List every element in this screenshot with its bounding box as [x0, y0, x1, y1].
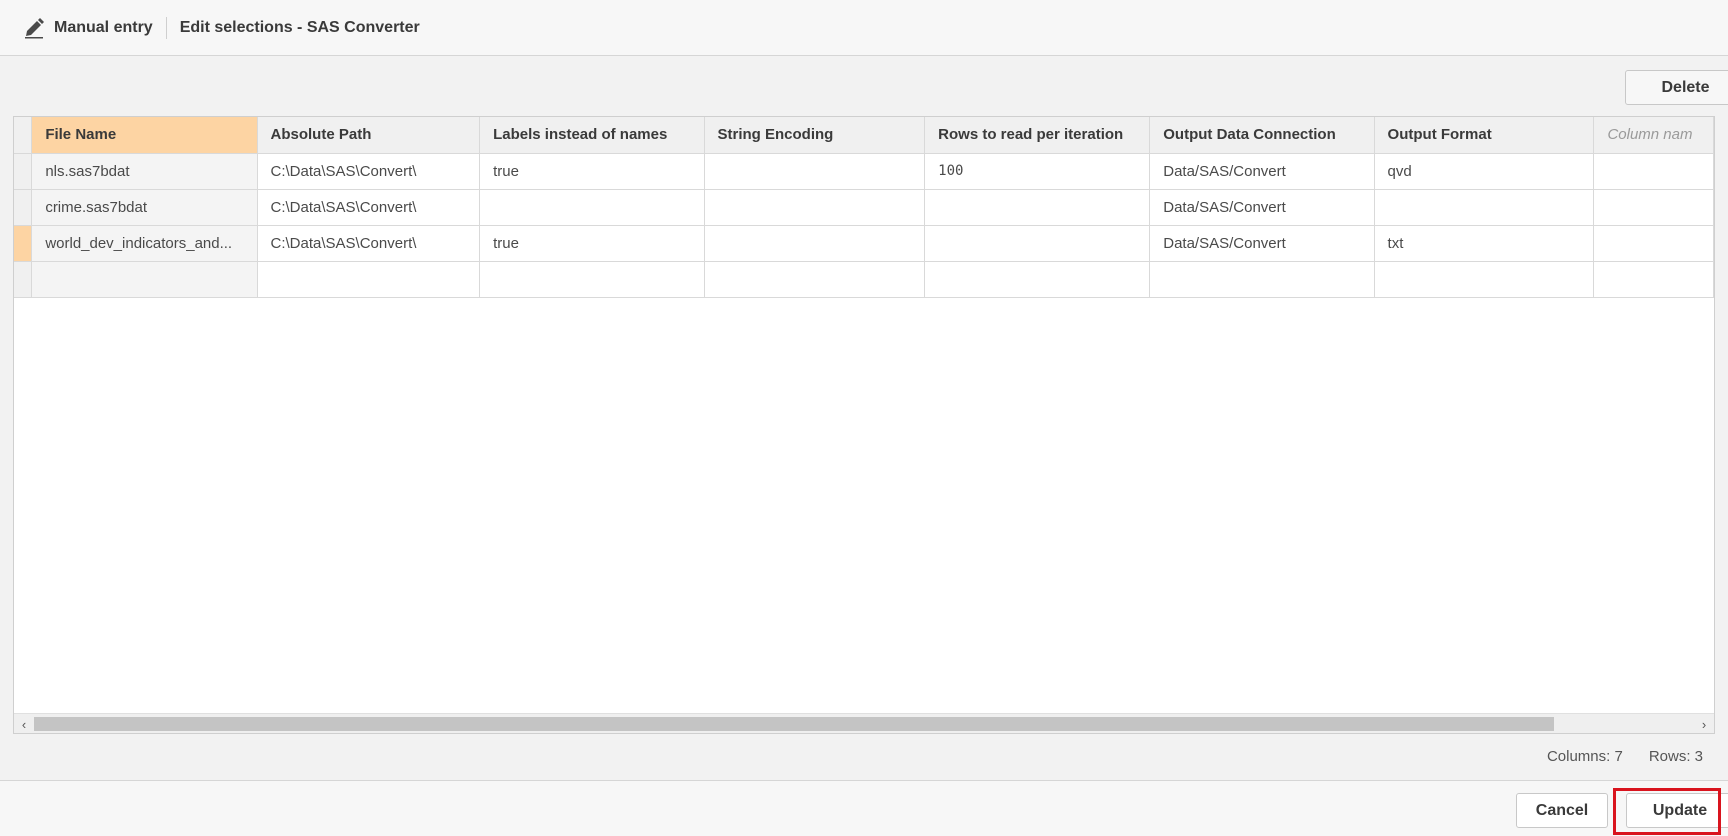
dialog-title: Manual entry — [54, 18, 153, 36]
table-cell[interactable] — [924, 189, 1151, 226]
table-cell[interactable] — [1374, 189, 1595, 226]
table-cell[interactable] — [31, 261, 258, 298]
table-cell[interactable] — [1593, 189, 1714, 226]
row-header[interactable] — [14, 189, 33, 226]
table-cell[interactable]: Data/SAS/Convert — [1149, 189, 1375, 226]
table-cell[interactable]: qvd — [1374, 153, 1595, 190]
table-cell[interactable] — [704, 261, 926, 298]
table-cell[interactable]: C:\Data\SAS\Convert\ — [257, 153, 481, 190]
table-cell[interactable]: Data/SAS/Convert — [1149, 225, 1375, 262]
table-cell[interactable]: C:\Data\SAS\Convert\ — [257, 189, 481, 226]
new-column-placeholder[interactable]: Column nam — [1593, 117, 1714, 154]
table-cell[interactable] — [479, 189, 705, 226]
table-cell[interactable] — [704, 153, 926, 190]
table-cell[interactable]: nls.sas7bdat — [31, 153, 258, 190]
table-cell[interactable] — [704, 225, 926, 262]
row-header[interactable] — [14, 261, 33, 298]
pencil-icon — [22, 16, 46, 40]
header-row: File Name Absolute Path Labels instead o… — [14, 117, 1714, 154]
table-cell[interactable]: true — [479, 225, 705, 262]
table-cell[interactable] — [1593, 153, 1714, 190]
dialog-header: Manual entry Edit selections - SAS Conve… — [0, 0, 1728, 56]
table-row-empty[interactable] — [14, 261, 1714, 298]
table-cell[interactable]: Data/SAS/Convert — [1149, 153, 1375, 190]
table-cell[interactable] — [479, 261, 705, 298]
table-cell[interactable] — [704, 189, 926, 226]
data-grid: File Name Absolute Path Labels instead o… — [13, 116, 1715, 734]
column-header[interactable]: String Encoding — [704, 117, 926, 154]
table-cell[interactable] — [924, 261, 1151, 298]
column-header[interactable]: Output Format — [1374, 117, 1595, 154]
dialog-footer: Cancel Update — [0, 780, 1728, 836]
table-cell[interactable]: world_dev_indicators_and... — [31, 225, 258, 262]
dialog-subtitle: Edit selections - SAS Converter — [179, 18, 420, 36]
column-header[interactable]: Output Data Connection — [1149, 117, 1375, 154]
row-header[interactable] — [14, 153, 33, 190]
table-cell[interactable] — [1593, 261, 1714, 298]
column-header[interactable]: Labels instead of names — [479, 117, 705, 154]
table-cell[interactable] — [1593, 225, 1714, 262]
update-button[interactable]: Update — [1626, 793, 1728, 828]
columns-count: Columns: 7 — [1546, 748, 1623, 765]
column-header[interactable]: File Name — [31, 117, 258, 154]
table-row[interactable]: crime.sas7bdat C:\Data\SAS\Convert\ Data… — [14, 189, 1714, 226]
table-cell[interactable] — [1374, 261, 1595, 298]
header-divider — [165, 16, 167, 39]
corner-cell[interactable] — [14, 117, 33, 154]
row-header-selected[interactable] — [14, 225, 33, 262]
cancel-button[interactable]: Cancel — [1516, 793, 1608, 828]
table-cell[interactable] — [257, 261, 481, 298]
data-table: File Name Absolute Path Labels instead o… — [14, 117, 1714, 298]
table-cell[interactable]: crime.sas7bdat — [31, 189, 258, 226]
table-cell[interactable]: txt — [1374, 225, 1595, 262]
table-cell[interactable] — [1149, 261, 1375, 298]
delete-button[interactable]: Delete — [1625, 70, 1728, 105]
column-header[interactable]: Absolute Path — [257, 117, 481, 154]
table-cell[interactable] — [924, 225, 1151, 262]
column-header[interactable]: Rows to read per iteration — [924, 117, 1151, 154]
scrollbar-thumb[interactable] — [34, 717, 1554, 731]
table-cell[interactable]: C:\Data\SAS\Convert\ — [257, 225, 481, 262]
table-stats: Columns: 7 Rows: 3 — [1547, 748, 1703, 765]
table-row-selected[interactable]: world_dev_indicators_and... C:\Data\SAS\… — [14, 225, 1714, 262]
table-cell[interactable]: true — [479, 153, 705, 190]
scroll-right-icon[interactable]: › — [1694, 714, 1714, 733]
rows-count: Rows: 3 — [1648, 748, 1703, 765]
horizontal-scrollbar[interactable]: ‹ › — [14, 713, 1714, 733]
scroll-left-icon[interactable]: ‹ — [14, 714, 34, 733]
table-cell[interactable]: 100 — [924, 153, 1151, 190]
table-row[interactable]: nls.sas7bdat C:\Data\SAS\Convert\ true 1… — [14, 153, 1714, 190]
